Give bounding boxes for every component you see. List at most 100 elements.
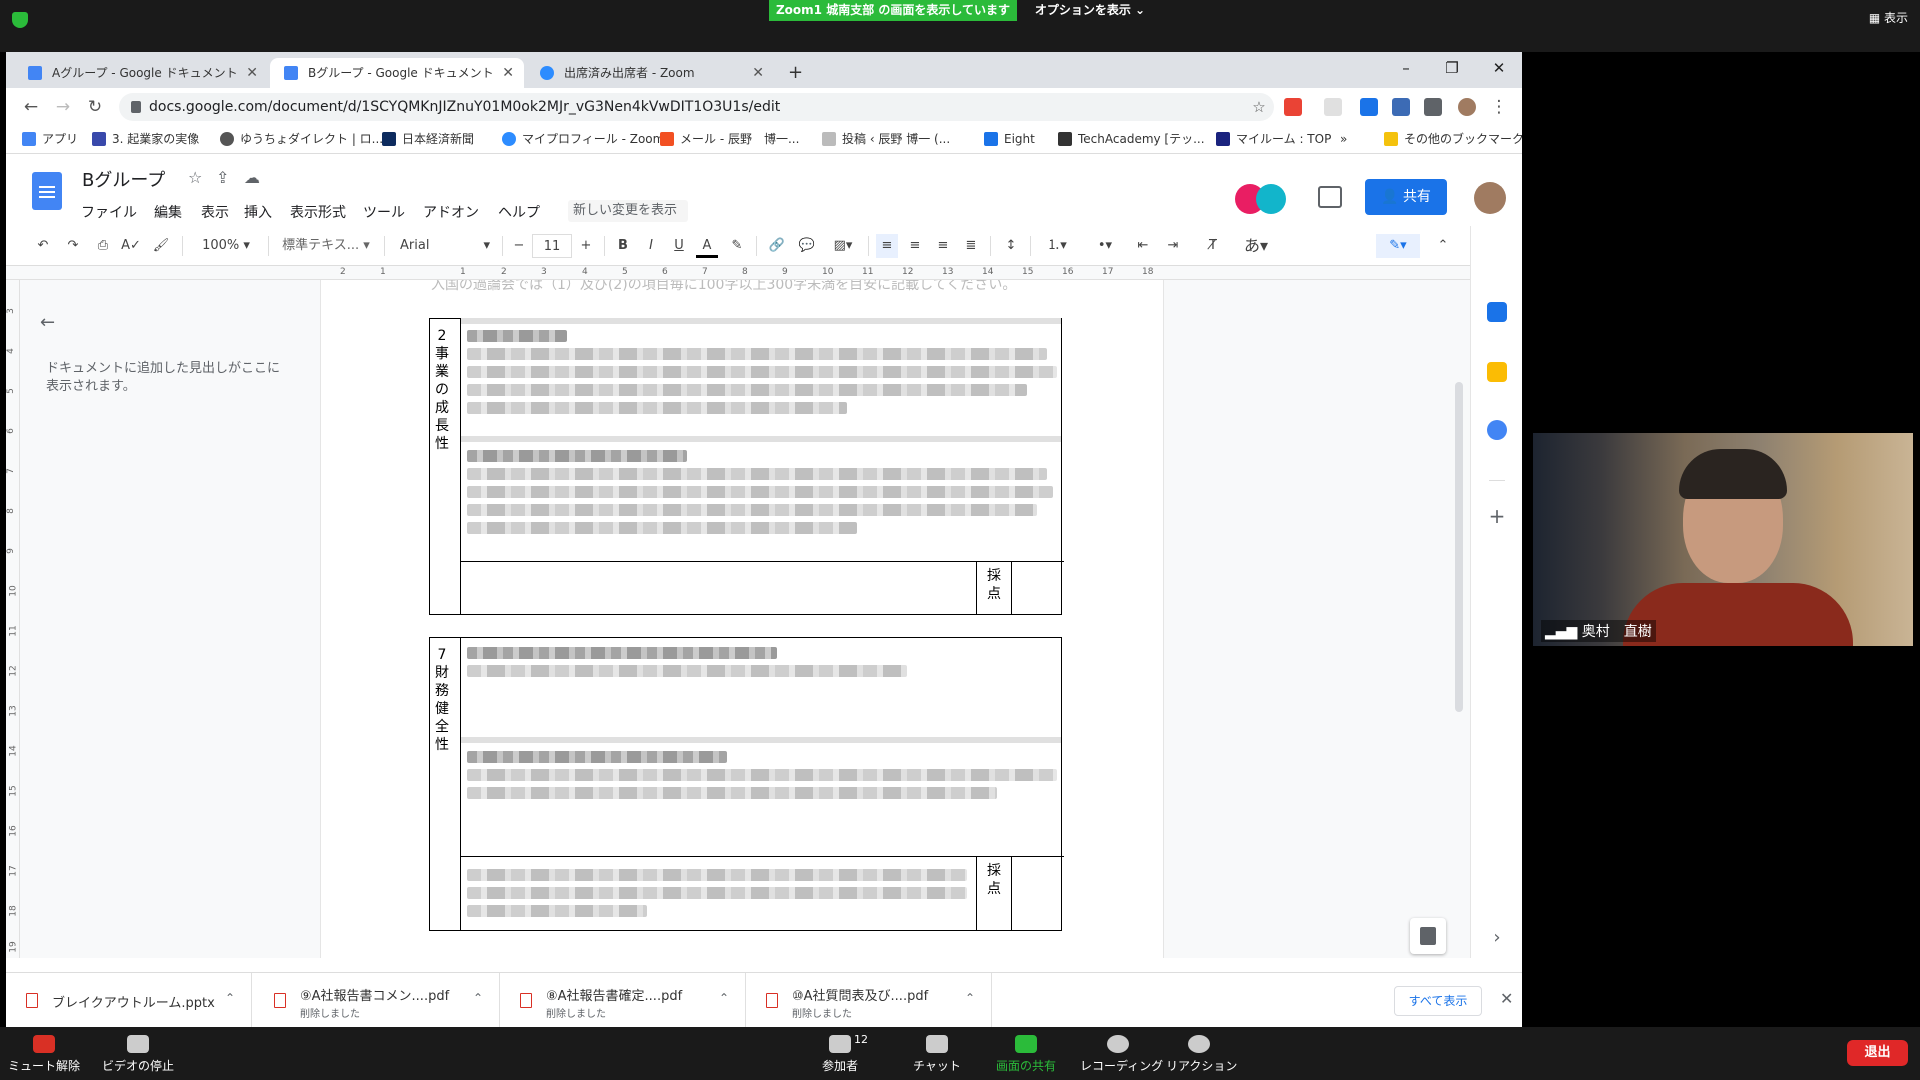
bookmark-item[interactable]: Eight (984, 124, 1035, 154)
justify-icon[interactable]: ≣ (960, 234, 982, 258)
close-icon[interactable]: ✕ (1500, 989, 1513, 1008)
download-item[interactable]: ⑧A社報告書確定....pdf 削除しました ⌃ (500, 973, 746, 1027)
menu-format[interactable]: 表示形式 (290, 202, 346, 222)
add-icon[interactable]: + (1487, 506, 1507, 526)
profile-avatar[interactable] (1458, 98, 1476, 116)
undo-icon[interactable]: ↶ (32, 234, 54, 258)
chevron-up-icon[interactable]: ⌃ (473, 991, 483, 1005)
url-input[interactable]: docs.google.com/document/d/1SCYQMKnJIZnu… (119, 93, 1274, 121)
share-button[interactable]: 👤 共有 (1365, 179, 1447, 215)
numbered-list-icon[interactable]: ⒈▾ (1040, 234, 1074, 258)
menu-insert[interactable]: 挿入 (244, 202, 272, 222)
view-mode-button[interactable]: ▦ 表示 (1869, 9, 1908, 26)
chevron-right-icon[interactable]: › (1487, 928, 1507, 948)
align-left-icon[interactable]: ≡ (876, 234, 898, 258)
bookmark-other[interactable]: その他のブックマーク (1384, 124, 1522, 154)
bookmark-item[interactable]: マイプロフィール - Zoom (502, 124, 664, 154)
tasks-icon[interactable] (1487, 420, 1507, 440)
download-item[interactable]: ⑨A社報告書コメン....pdf 削除しました ⌃ (254, 973, 500, 1027)
extension-icon[interactable] (1284, 98, 1302, 116)
chevron-up-icon[interactable]: ⌃ (225, 991, 235, 1005)
unmute-button[interactable]: ミュート解除 (8, 1027, 80, 1080)
line-spacing-icon[interactable]: ↕ (1000, 234, 1022, 258)
redo-icon[interactable]: ↷ (62, 234, 84, 258)
chevron-up-icon[interactable]: ⌃ (719, 991, 729, 1005)
bookmark-item[interactable]: 3. 起業家の実像 (92, 124, 199, 154)
more-icon[interactable]: ⋮ (1486, 94, 1512, 120)
bookmark-item[interactable]: 投稿 ‹ 辰野 博一 (... (822, 124, 950, 154)
keep-icon[interactable] (1487, 362, 1507, 382)
document-scrollbar[interactable] (1455, 382, 1463, 712)
participants-button[interactable]: 参加者 12 (806, 1027, 874, 1080)
extension-icon[interactable] (1360, 98, 1378, 116)
close-icon[interactable]: ✕ (502, 58, 514, 88)
chat-button[interactable]: チャット (904, 1027, 970, 1080)
view-options-button[interactable]: オプションを表示 ⌄ (1030, 0, 1150, 21)
puzzle-icon[interactable] (1424, 98, 1442, 116)
menu-file[interactable]: ファイル (81, 202, 137, 222)
record-button[interactable]: レコーディング (1080, 1027, 1163, 1080)
extension-icon[interactable] (1324, 98, 1342, 116)
bookmark-apps[interactable]: アプリ (22, 124, 78, 154)
bookmark-item[interactable]: 日本経済新聞 (382, 124, 474, 154)
increase-indent-icon[interactable]: ⇥ (1162, 234, 1184, 258)
docs-logo-icon[interactable] (32, 172, 62, 210)
zoom-select[interactable]: 100% ▾ (192, 234, 260, 258)
collaborator-avatar[interactable] (1256, 184, 1286, 214)
add-comment-icon[interactable]: 💬 (796, 234, 818, 258)
editing-mode-icon[interactable]: ✎▾ (1376, 234, 1420, 258)
document-title[interactable]: Bグループ (82, 166, 165, 192)
share-screen-button[interactable]: 画面の共有 (990, 1027, 1062, 1080)
bulleted-list-icon[interactable]: •▾ (1088, 234, 1122, 258)
document-page[interactable]: 入国の過論会では（1）及び(2)の項目毎に100字以上300字未満を目安に記載し… (320, 280, 1164, 958)
bold-icon[interactable]: B (612, 234, 634, 258)
print-icon[interactable]: ⎙ (92, 234, 114, 258)
move-icon[interactable]: ⇪ (216, 168, 229, 187)
menu-addons[interactable]: アドオン (423, 202, 479, 222)
align-center-icon[interactable]: ≡ (904, 234, 926, 258)
download-item[interactable]: ブレイクアウトルーム.pptx ⌃ (6, 973, 252, 1027)
bookmark-item[interactable]: TechAcademy [テッ... (1058, 124, 1205, 154)
underline-icon[interactable]: U (668, 234, 690, 258)
stop-video-button[interactable]: ビデオの停止 (100, 1027, 176, 1080)
bookmark-item[interactable]: メール - 辰野 博一... (660, 124, 799, 154)
show-all-downloads-button[interactable]: すべて表示 (1394, 986, 1482, 1016)
menu-help[interactable]: ヘルプ (498, 202, 540, 222)
tab-a-group[interactable]: Aグループ - Google ドキュメント ✕ (14, 58, 268, 88)
forward-icon[interactable]: → (50, 94, 76, 120)
decrease-indent-icon[interactable]: ⇤ (1132, 234, 1154, 258)
back-icon[interactable]: ← (18, 94, 44, 120)
close-window-icon[interactable]: ✕ (1476, 52, 1522, 84)
bookmarks-overflow[interactable]: » (1340, 124, 1347, 154)
leave-meeting-button[interactable]: 退出 (1847, 1040, 1908, 1066)
paint-format-icon[interactable]: 🖌 (150, 234, 172, 258)
cloud-icon[interactable]: ☁ (244, 168, 260, 187)
reload-icon[interactable]: ↻ (82, 94, 108, 120)
menu-view[interactable]: 表示 (201, 202, 229, 222)
explore-icon[interactable] (1410, 918, 1446, 954)
align-right-icon[interactable]: ≡ (932, 234, 954, 258)
close-icon[interactable]: ✕ (752, 58, 764, 88)
calendar-icon[interactable] (1487, 302, 1507, 322)
comment-history-icon[interactable] (1318, 186, 1342, 208)
minimize-icon[interactable]: – (1383, 52, 1429, 84)
answer-cell[interactable]: 採 点 (460, 637, 1064, 931)
font-size-increase-icon[interactable]: + (576, 234, 596, 258)
text-color-icon[interactable]: A (696, 234, 718, 258)
participant-video[interactable]: ▂▄▆ 奥村 直樹 (1533, 433, 1913, 646)
spellcheck-icon[interactable]: A✓ (120, 234, 142, 258)
bookmark-item[interactable]: マイルーム : TOP (1216, 124, 1331, 154)
extension-icon[interactable] (1392, 98, 1410, 116)
restore-icon[interactable]: ❐ (1429, 52, 1475, 84)
highlight-icon[interactable]: ✎ (726, 234, 748, 258)
clear-formatting-icon[interactable]: T̸ (1202, 234, 1224, 258)
see-new-changes[interactable]: 新しい変更を表示 (568, 200, 688, 222)
menu-tools[interactable]: ツール (363, 202, 405, 222)
answer-cell[interactable]: 採 点 (460, 318, 1064, 615)
link-icon[interactable]: 🔗 (766, 234, 788, 258)
download-item[interactable]: ⑩A社質問表及び....pdf 削除しました ⌃ (746, 973, 992, 1027)
input-tools-icon[interactable]: あ▾ (1236, 234, 1276, 258)
new-tab-button[interactable]: + (780, 58, 810, 88)
font-select[interactable]: Arial ▾ (392, 234, 496, 258)
tab-b-group[interactable]: Bグループ - Google ドキュメント ✕ (270, 58, 524, 88)
